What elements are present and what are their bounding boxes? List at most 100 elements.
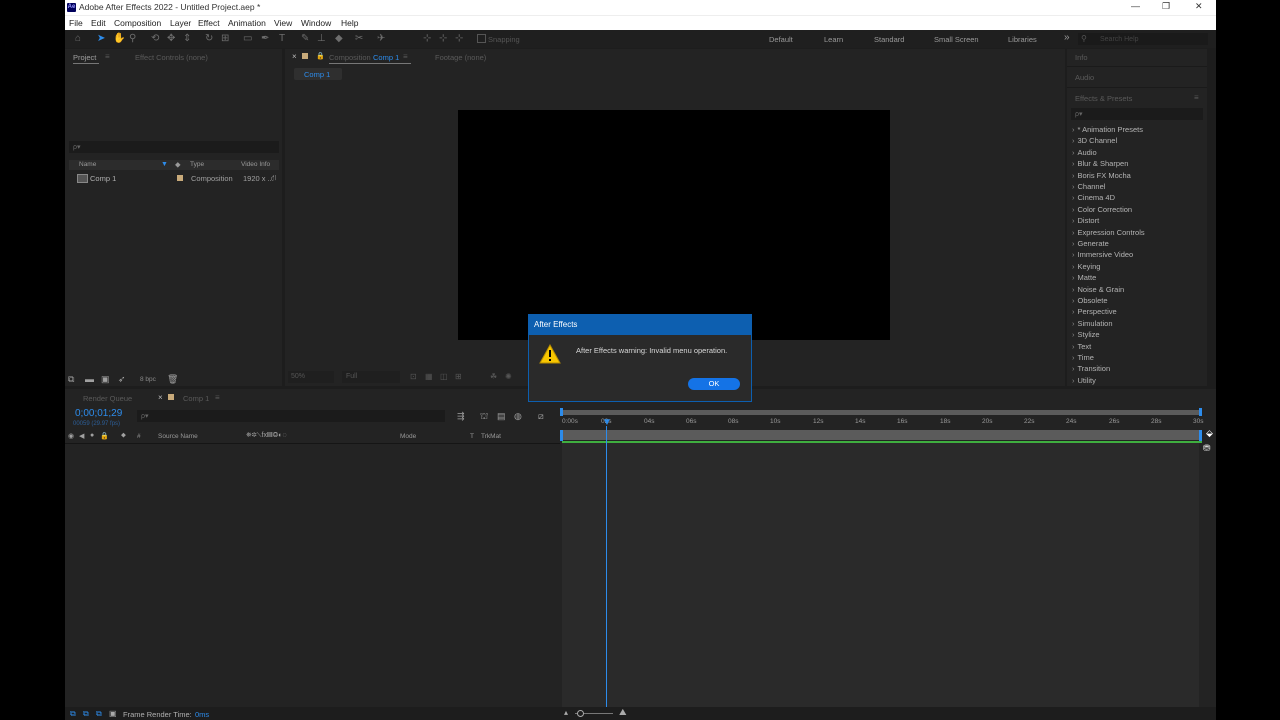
local-axis-icon[interactable]: ⊹ [423, 33, 431, 45]
roto-brush-tool-icon[interactable]: ✂ [355, 33, 363, 45]
duration-end-handle[interactable] [1199, 430, 1202, 441]
frame-blending-icon[interactable]: ▤ [497, 411, 506, 422]
snapping-checkbox[interactable] [477, 34, 486, 43]
mask-visibility-icon[interactable]: ◫ [440, 372, 448, 381]
effects-category[interactable]: Perspective [1072, 307, 1117, 316]
effects-category[interactable]: Noise & Grain [1072, 285, 1125, 294]
tab-effect-controls[interactable]: Effect Controls (none) [135, 53, 208, 62]
panel-menu-icon[interactable]: ≡ [105, 52, 110, 61]
composition-tab-prefix[interactable]: Composition [329, 53, 371, 62]
tab-render-queue[interactable]: Render Queue [83, 394, 132, 403]
close-tab-icon[interactable]: × [158, 393, 163, 402]
anchor-tool-icon[interactable]: ⊞ [221, 33, 229, 45]
menu-effect[interactable]: Effect [198, 18, 220, 28]
workspace-small-screen[interactable]: Small Screen [934, 35, 979, 44]
close-button[interactable]: ✕ [1195, 1, 1203, 12]
comp-marker-bin-icon[interactable]: ⬙ [1206, 428, 1213, 439]
zoom-in-mountain-icon[interactable]: ⛰ [619, 707, 627, 718]
layer-track-area[interactable] [562, 443, 1199, 707]
label-color-swatch[interactable] [177, 175, 183, 181]
hand-tool-icon[interactable]: ✋ [113, 33, 125, 45]
new-folder-icon[interactable]: ▬ [85, 374, 94, 384]
effects-category[interactable]: Matte [1072, 273, 1097, 282]
tab-comp[interactable]: Comp 1 [183, 394, 209, 403]
lock-icon[interactable]: 🔒 [316, 52, 325, 60]
layer-duration-bar[interactable] [562, 430, 1202, 440]
dolly-tool-icon[interactable]: ⇕ [183, 33, 191, 45]
in-out-toggle-icon[interactable]: ⧉ [96, 709, 102, 719]
column-type[interactable]: Type [190, 161, 204, 168]
effects-category[interactable]: Transition [1072, 364, 1111, 373]
menu-animation[interactable]: Animation [228, 18, 266, 28]
color-channel-icon[interactable]: ☘ [490, 372, 497, 381]
work-area-end-handle[interactable] [1199, 408, 1202, 416]
composition-canvas[interactable] [458, 110, 890, 340]
flowchart-icon[interactable]: ⛙ [271, 173, 277, 183]
column-trkmat[interactable]: TrkMat [481, 433, 501, 440]
minimize-button[interactable]: — [1131, 1, 1140, 11]
effects-search-input[interactable] [1071, 108, 1203, 120]
comp-button-icon[interactable]: ⛃ [1203, 443, 1211, 454]
delete-trash-icon[interactable]: 🗑 [167, 374, 178, 385]
effects-category[interactable]: Generate [1072, 239, 1109, 248]
video-visibility-icon[interactable]: ◉ [68, 432, 74, 440]
effects-category[interactable]: Channel [1072, 182, 1106, 191]
column-name[interactable]: Name [79, 161, 96, 168]
effects-category[interactable]: 3D Channel [1072, 136, 1118, 145]
brush-tool-icon[interactable]: ✎ [301, 33, 309, 45]
tab-audio[interactable]: Audio [1075, 73, 1094, 82]
lock-icon[interactable]: 🔒 [100, 432, 109, 440]
playhead-line[interactable] [606, 426, 607, 708]
label-tag-icon[interactable]: ⬥ [121, 432, 126, 440]
effects-category[interactable]: Stylize [1072, 330, 1100, 339]
zoom-slider-thumb[interactable] [577, 710, 584, 717]
tab-project[interactable]: Project [73, 53, 96, 62]
search-help-field[interactable] [1078, 33, 1208, 45]
panel-menu-icon[interactable]: ≡ [215, 393, 220, 402]
tab-footage[interactable]: Footage (none) [435, 53, 486, 62]
orbit-tool-icon[interactable]: ⟲ [151, 33, 159, 45]
effects-category[interactable]: Text [1072, 342, 1092, 351]
effects-category[interactable]: Cinema 4D [1072, 193, 1116, 202]
zoom-out-mountain-icon[interactable]: ▴ [564, 708, 568, 717]
menu-edit[interactable]: Edit [91, 18, 106, 28]
type-tool-icon[interactable]: T [279, 33, 285, 45]
column-t[interactable]: T [470, 433, 474, 440]
maximize-button[interactable]: ❐ [1162, 1, 1170, 12]
graph-editor-icon[interactable]: ⧄ [538, 411, 544, 422]
timeline-search-input[interactable] [137, 410, 445, 422]
shy-layers-icon[interactable]: ⛫ [480, 411, 488, 423]
menu-help[interactable]: Help [341, 18, 358, 28]
menu-layer[interactable]: Layer [170, 18, 191, 28]
audio-icon[interactable]: ◀ [79, 432, 84, 440]
pan-tool-icon[interactable]: ✥ [167, 33, 175, 45]
new-composition-icon[interactable]: ▣ [101, 374, 110, 385]
layer-switches-toggle-icon[interactable]: ⧉ [70, 709, 76, 719]
effects-category[interactable]: Utility [1072, 376, 1096, 385]
bit-depth-label[interactable]: 8 bpc [140, 376, 156, 383]
zoom-tool-icon[interactable]: ⚲ [129, 33, 136, 45]
effects-category[interactable]: Blur & Sharpen [1072, 159, 1129, 168]
effects-category[interactable]: Expression Controls [1072, 228, 1145, 237]
column-mode[interactable]: Mode [400, 433, 416, 440]
transfer-controls-toggle-icon[interactable]: ⧉ [83, 709, 89, 719]
grid-guides-icon[interactable]: ⊞ [455, 372, 462, 381]
ok-button[interactable]: OK [688, 378, 740, 390]
workspace-libraries[interactable]: Libraries [1008, 35, 1037, 44]
composition-tab-name[interactable]: Comp 1 [373, 53, 399, 62]
work-area-bar[interactable] [562, 410, 1202, 415]
close-tab-icon[interactable]: × [292, 52, 297, 61]
eraser-tool-icon[interactable]: ◆ [335, 33, 343, 45]
effects-category[interactable]: Audio [1072, 148, 1097, 157]
effects-category[interactable]: Keying [1072, 262, 1101, 271]
menu-view[interactable]: View [274, 18, 292, 28]
column-video-info[interactable]: Video Info [241, 161, 270, 168]
render-icon[interactable]: ➶ [118, 374, 126, 385]
panel-menu-icon[interactable]: ≡ [403, 52, 408, 61]
composition-flowchart-icon[interactable]: ⇶ [457, 411, 465, 422]
transparency-grid-icon[interactable]: ▦ [425, 372, 433, 381]
effects-category[interactable]: Immersive Video [1072, 250, 1134, 259]
sort-arrow-icon[interactable]: ▼ [161, 161, 168, 168]
effects-category[interactable]: Simulation [1072, 319, 1113, 328]
home-icon[interactable]: ⌂ [75, 33, 81, 45]
